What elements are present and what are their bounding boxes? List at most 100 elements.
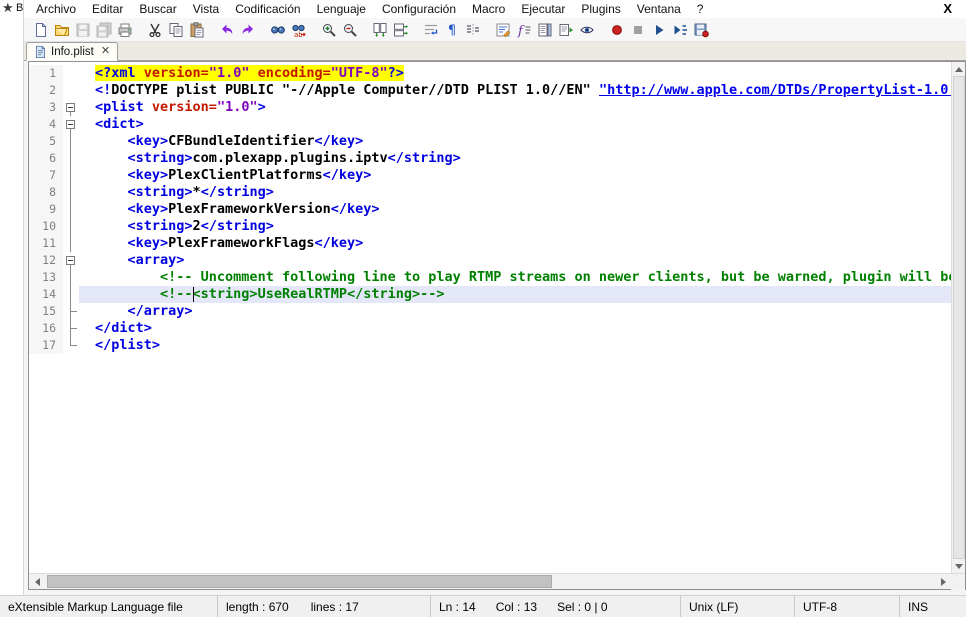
sync-horizontal-button[interactable] bbox=[390, 19, 411, 40]
scroll-down-arrow[interactable] bbox=[952, 559, 965, 573]
menu-item-plugins[interactable]: Plugins bbox=[573, 1, 628, 17]
code-text[interactable]: <key>PlexClientPlatforms</key> bbox=[79, 167, 951, 184]
tab-close-icon[interactable]: ✕ bbox=[101, 46, 110, 57]
save-macro-button[interactable] bbox=[690, 19, 711, 40]
code-line-1[interactable]: 1<?xml version="1.0" encoding="UTF-8"?> bbox=[29, 65, 951, 82]
fold-minus-icon[interactable] bbox=[66, 103, 75, 112]
fold-minus-icon[interactable] bbox=[66, 120, 75, 129]
horizontal-scrollbar-thumb[interactable] bbox=[47, 575, 552, 588]
cut-button[interactable] bbox=[144, 19, 165, 40]
code-line-7[interactable]: 7 <key>PlexClientPlatforms</key> bbox=[29, 167, 951, 184]
code-line-8[interactable]: 8 <string>*</string> bbox=[29, 184, 951, 201]
code-text[interactable]: </plist> bbox=[79, 337, 951, 354]
status-insert-mode[interactable]: INS bbox=[900, 596, 966, 617]
fold-collapse-marker[interactable] bbox=[63, 99, 79, 116]
run-macro-multiple-button[interactable] bbox=[669, 19, 690, 40]
menu-item-configuracin[interactable]: Configuración bbox=[374, 1, 464, 17]
word-wrap-button[interactable] bbox=[420, 19, 441, 40]
menu-item-ventana[interactable]: Ventana bbox=[629, 1, 689, 17]
menu-item-vista[interactable]: Vista bbox=[185, 1, 227, 17]
code-line-4[interactable]: 4<dict> bbox=[29, 116, 951, 133]
scroll-up-arrow[interactable] bbox=[952, 62, 965, 76]
find-button[interactable] bbox=[267, 19, 288, 40]
menu-item-macro[interactable]: Macro bbox=[464, 1, 513, 17]
code-line-3[interactable]: 3<plist version="1.0"> bbox=[29, 99, 951, 116]
code-text[interactable]: <!-- Uncomment following line to play RT… bbox=[79, 269, 951, 286]
fold-collapse-marker[interactable] bbox=[63, 116, 79, 133]
scroll-left-arrow[interactable] bbox=[29, 574, 45, 590]
save-button[interactable] bbox=[72, 19, 93, 40]
code-line-2[interactable]: 2<!DOCTYPE plist PUBLIC "-//Apple Comput… bbox=[29, 82, 951, 99]
horizontal-scrollbar-track[interactable] bbox=[45, 574, 935, 590]
code-text[interactable]: <array> bbox=[79, 252, 951, 269]
code-text[interactable]: <string>com.plexapp.plugins.iptv</string… bbox=[79, 150, 951, 167]
code-text[interactable]: <!DOCTYPE plist PUBLIC "-//Apple Compute… bbox=[79, 82, 951, 99]
menu-item-editar[interactable]: Editar bbox=[84, 1, 131, 17]
fold-collapse-marker[interactable] bbox=[63, 252, 79, 269]
editor-lines[interactable]: 1<?xml version="1.0" encoding="UTF-8"?>2… bbox=[29, 62, 951, 573]
define-language-button[interactable] bbox=[492, 19, 513, 40]
code-text[interactable]: <string>*</string> bbox=[79, 184, 951, 201]
code-line-6[interactable]: 6 <string>com.plexapp.plugins.iptv</stri… bbox=[29, 150, 951, 167]
code-line-5[interactable]: 5 <key>CFBundleIdentifier</key> bbox=[29, 133, 951, 150]
code-text[interactable]: <?xml version="1.0" encoding="UTF-8"?> bbox=[79, 65, 951, 82]
code-token: "UTF-8" bbox=[331, 65, 388, 81]
paste-button[interactable] bbox=[186, 19, 207, 40]
indent-guide-button[interactable] bbox=[462, 19, 483, 40]
menu-item-codificacin[interactable]: Codificación bbox=[227, 1, 308, 17]
line-number: 6 bbox=[29, 150, 63, 167]
code-line-10[interactable]: 10 <string>2</string> bbox=[29, 218, 951, 235]
code-text[interactable]: <key>PlexFrameworkVersion</key> bbox=[79, 201, 951, 218]
scroll-right-arrow[interactable] bbox=[935, 574, 951, 590]
menu-item-lenguaje[interactable]: Lenguaje bbox=[309, 1, 374, 17]
code-line-13[interactable]: 13 <!-- Uncomment following line to play… bbox=[29, 269, 951, 286]
code-line-15[interactable]: 15 </array> bbox=[29, 303, 951, 320]
save-all-button[interactable] bbox=[93, 19, 114, 40]
code-text[interactable]: <!--<string>UseRealRTMP</string>--> bbox=[79, 286, 951, 303]
zoom-out-button[interactable] bbox=[339, 19, 360, 40]
new-file-button[interactable] bbox=[30, 19, 51, 40]
code-text[interactable]: <plist version="1.0"> bbox=[79, 99, 951, 116]
vertical-scrollbar-thumb[interactable] bbox=[953, 76, 965, 559]
replace-button[interactable]: ab bbox=[288, 19, 309, 40]
code-line-11[interactable]: 11 <key>PlexFrameworkFlags</key> bbox=[29, 235, 951, 252]
code-line-12[interactable]: 12 <array> bbox=[29, 252, 951, 269]
code-text[interactable]: </array> bbox=[79, 303, 951, 320]
stop-macro-button[interactable] bbox=[627, 19, 648, 40]
menu-item-?[interactable]: ? bbox=[689, 1, 712, 17]
code-line-9[interactable]: 9 <key>PlexFrameworkVersion</key> bbox=[29, 201, 951, 218]
code-text[interactable]: <key>PlexFrameworkFlags</key> bbox=[79, 235, 951, 252]
zoom-in-button[interactable] bbox=[318, 19, 339, 40]
status-encoding[interactable]: UTF-8 bbox=[795, 596, 900, 617]
tab-info-plist[interactable]: Info.plist ✕ bbox=[26, 42, 118, 61]
horizontal-scrollbar[interactable] bbox=[29, 573, 965, 589]
sync-vertical-button[interactable] bbox=[369, 19, 390, 40]
code-line-17[interactable]: 17</plist> bbox=[29, 337, 951, 354]
open-folder-button[interactable] bbox=[51, 19, 72, 40]
document-map-button[interactable] bbox=[534, 19, 555, 40]
fold-minus-icon[interactable] bbox=[66, 256, 75, 265]
code-text[interactable]: <key>CFBundleIdentifier</key> bbox=[79, 133, 951, 150]
print-button[interactable] bbox=[114, 19, 135, 40]
show-all-characters-button[interactable]: ¶ bbox=[441, 19, 462, 40]
code-text[interactable]: </dict> bbox=[79, 320, 951, 337]
record-macro-button[interactable] bbox=[606, 19, 627, 40]
menu-item-archivo[interactable]: Archivo bbox=[28, 1, 84, 17]
code-text[interactable]: <string>2</string> bbox=[79, 218, 951, 235]
code-line-14[interactable]: 14 <!--<string>UseRealRTMP</string>--> bbox=[29, 286, 951, 303]
menu-item-ejecutar[interactable]: Ejecutar bbox=[513, 1, 573, 17]
function-list-button[interactable]: f bbox=[513, 19, 534, 40]
code-text[interactable]: <dict> bbox=[79, 116, 951, 133]
monitoring-button[interactable] bbox=[576, 19, 597, 40]
vertical-scrollbar[interactable] bbox=[951, 62, 965, 573]
window-close-button[interactable]: X bbox=[935, 0, 960, 18]
document-switcher-button[interactable] bbox=[555, 19, 576, 40]
copy-button[interactable] bbox=[165, 19, 186, 40]
code-line-16[interactable]: 16</dict> bbox=[29, 320, 951, 337]
menu-item-buscar[interactable]: Buscar bbox=[131, 1, 184, 17]
status-eol-format[interactable]: Unix (LF) bbox=[681, 596, 795, 617]
undo-button[interactable] bbox=[216, 19, 237, 40]
play-macro-button[interactable] bbox=[648, 19, 669, 40]
star-icon[interactable]: ★ bbox=[2, 1, 14, 15]
redo-button[interactable] bbox=[237, 19, 258, 40]
